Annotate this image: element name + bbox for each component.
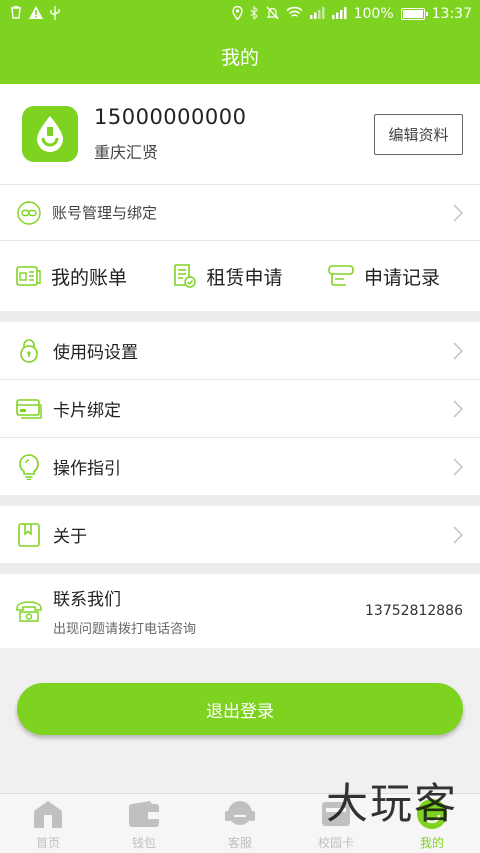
quick-action-record[interactable]: 申请记录 [328,263,440,290]
tab-home-label: 首页 [35,836,60,850]
location-icon [231,5,243,23]
contact-number[interactable]: 13752812886 [365,603,463,619]
contact-title: 联系我们 [53,590,121,610]
chevron-right-icon [453,341,463,360]
warning-icon [29,6,43,22]
profile-phone: 15000000000 [94,105,247,129]
account-binding-label: 账号管理与绑定 [52,204,158,222]
mute-icon [266,6,279,23]
tab-wallet-label: 钱包 [131,836,156,850]
profile-name: 重庆汇贤 [94,143,159,162]
status-left [10,5,60,23]
chevron-right-icon [453,457,463,476]
tab-mine-label: 我的 [419,836,444,850]
contact-text: 联系我们 出现问题请拨打电话咨询 [53,585,365,637]
card-icon [16,396,42,422]
avatar[interactable] [22,106,78,162]
menu-item-card-binding-label: 卡片绑定 [53,401,121,421]
wifi-icon [286,6,303,22]
menu-item-card-binding[interactable]: 卡片绑定 [0,380,480,437]
signal-icon-2 [331,6,347,22]
link-icon [16,200,42,226]
usb-icon [50,5,60,23]
lock-icon [16,338,42,364]
tab-service[interactable]: 客服 [192,798,288,851]
quick-actions: 我的账单 租赁申请 申请记录 [0,240,480,311]
menu-item-guide-label: 操作指引 [53,459,121,479]
menu-item-about[interactable]: 关于 [0,506,480,563]
tab-service-label: 客服 [227,836,252,850]
apply-record-icon [328,265,354,286]
battery-percent: 100% [353,6,394,22]
headset-icon [224,798,256,830]
home-icon [32,798,64,830]
page-title: 我的 [0,28,480,84]
chevron-right-icon [453,399,463,418]
bluetooth-icon [250,5,259,23]
trash-icon [10,6,22,22]
clock: 13:37 [431,6,472,22]
wallet-icon [128,798,160,830]
account-binding-row[interactable]: 账号管理与绑定 [0,184,480,240]
battery-icon [400,8,428,20]
menu-item-usage-code-label: 使用码设置 [53,343,138,363]
tab-wallet[interactable]: 钱包 [96,798,192,851]
watermark-logo: 大玩客 [325,779,458,828]
quick-action-bill-label: 我的账单 [51,266,128,289]
tab-campus-card-label: 校园卡 [317,836,354,850]
status-bar: 100% 13:37 [0,0,480,28]
section-gap [0,495,480,506]
profile-info: 15000000000 重庆汇贤 [94,105,374,163]
profile-card: 15000000000 重庆汇贤 编辑资料 [0,84,480,184]
chevron-right-icon [453,203,463,222]
tab-home[interactable]: 首页 [0,798,96,851]
section-gap [0,311,480,322]
logout-button[interactable]: 退出登录 [17,683,463,735]
quick-action-record-label: 申请记录 [363,266,440,289]
status-right: 100% 13:37 [231,5,472,23]
quick-action-bill[interactable]: 我的账单 [16,263,127,290]
menu-item-about-label: 关于 [53,527,87,547]
water-drop-logo-icon [37,116,63,152]
lease-apply-icon [174,264,197,288]
logout-area: 退出登录 [0,648,480,735]
chevron-right-icon [453,525,463,544]
bookmark-icon [16,522,42,548]
telephone-icon [16,598,42,624]
bulb-icon [16,453,42,480]
menu-item-guide[interactable]: 操作指引 [0,438,480,495]
edit-profile-button[interactable]: 编辑资料 [374,113,463,155]
signal-icon [309,6,325,22]
menu-item-usage-code[interactable]: 使用码设置 [0,322,480,379]
contact-row[interactable]: 联系我们 出现问题请拨打电话咨询 13752812886 [0,574,480,648]
quick-action-lease-label: 租赁申请 [206,266,283,289]
contact-subtitle: 出现问题请拨打电话咨询 [53,622,197,637]
section-gap [0,563,480,574]
bill-icon [16,266,41,286]
quick-action-lease[interactable]: 租赁申请 [172,263,283,290]
